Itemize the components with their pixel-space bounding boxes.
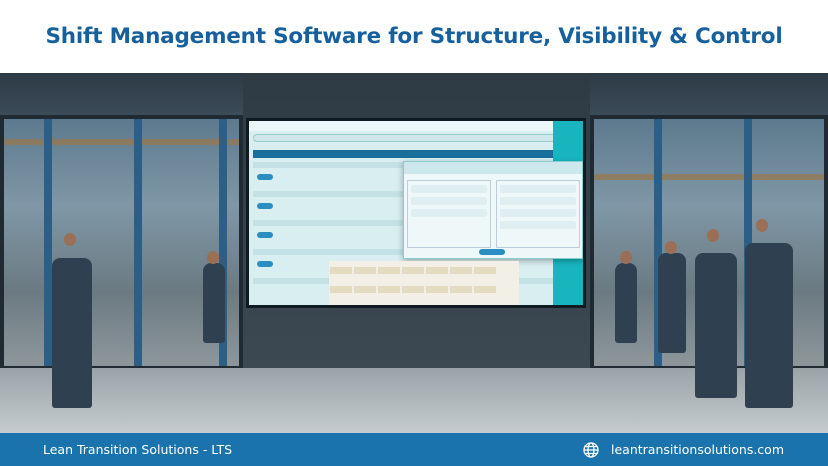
worker xyxy=(695,253,737,398)
factory-photo xyxy=(0,73,828,433)
worker xyxy=(615,263,637,343)
website-link[interactable]: leantransitionsolutions.com xyxy=(611,442,784,457)
software-screen xyxy=(246,118,586,308)
calendar-grid xyxy=(329,261,519,305)
shift-modal xyxy=(403,161,583,259)
header-banner: Shift Management Software for Structure,… xyxy=(0,0,828,73)
page-title: Shift Management Software for Structure,… xyxy=(45,24,783,49)
footer-banner: Lean Transition Solutions - LTS leantran… xyxy=(0,433,828,466)
worker xyxy=(658,253,686,353)
worker xyxy=(52,258,92,408)
globe-icon xyxy=(583,441,599,458)
company-name: Lean Transition Solutions - LTS xyxy=(43,442,233,457)
worker xyxy=(745,243,793,408)
worker xyxy=(203,263,225,343)
